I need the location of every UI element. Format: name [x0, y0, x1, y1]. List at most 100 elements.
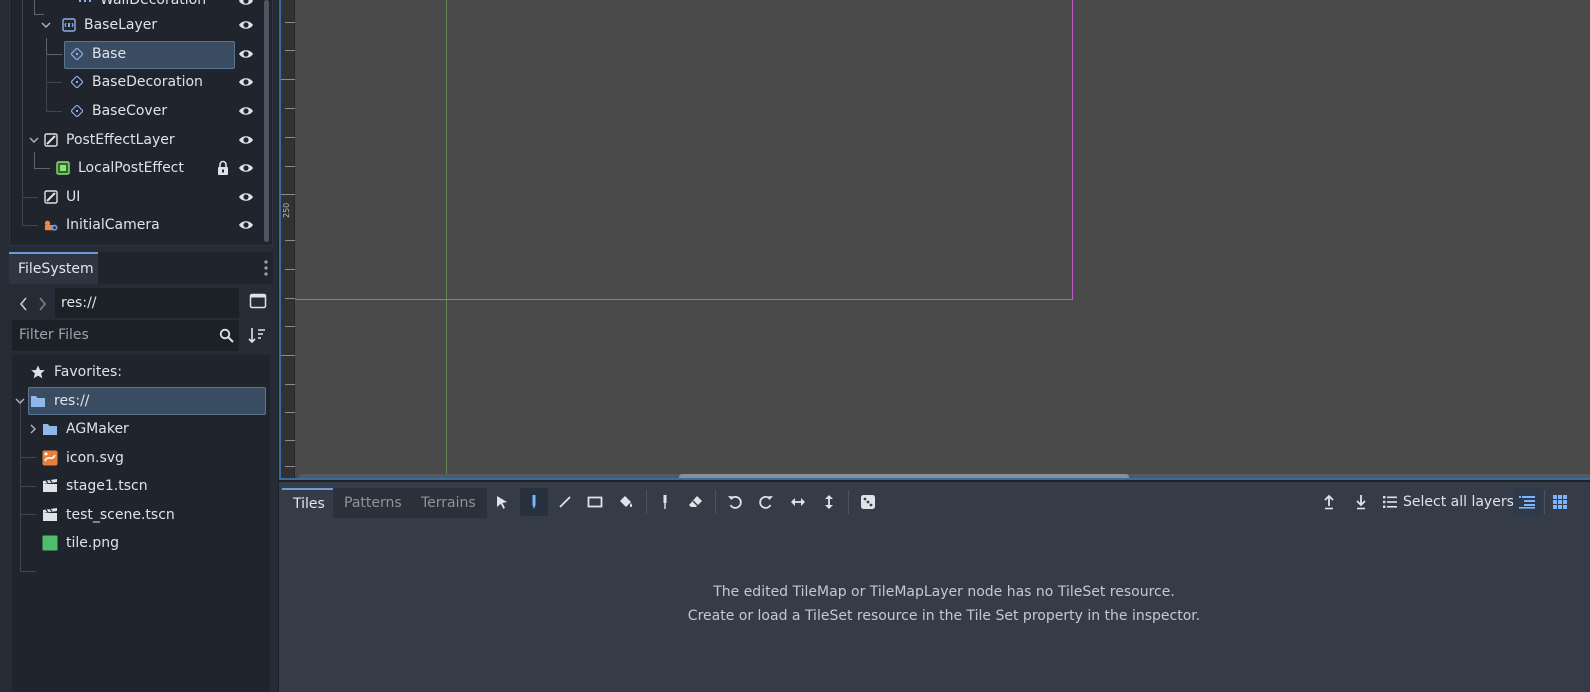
scene-tree-scrollbar[interactable] [264, 0, 269, 242]
arrow-down-icon [1356, 495, 1366, 510]
visibility-eye-icon[interactable] [238, 74, 254, 90]
select-tool-button[interactable] [488, 488, 516, 516]
tree-item-ui[interactable]: UI [10, 183, 258, 211]
tilemap-layer-icon [78, 0, 92, 7]
ruler-tick [285, 166, 295, 167]
tree-item-base-decoration[interactable]: BaseDecoration [10, 68, 258, 96]
chevron-down-icon[interactable] [41, 20, 51, 30]
chevron-down-icon[interactable] [29, 135, 39, 145]
rotate-left-button[interactable] [721, 488, 749, 516]
move-layer-up-button[interactable] [1315, 488, 1343, 516]
visibility-eye-icon[interactable] [238, 189, 254, 205]
visibility-eye-icon[interactable] [238, 46, 254, 62]
tree-guide [20, 571, 36, 572]
color-rect-icon [56, 161, 70, 175]
visibility-eye-icon[interactable] [238, 103, 254, 119]
lock-icon[interactable] [216, 160, 230, 176]
eraser-tool-button[interactable] [682, 488, 710, 516]
filter-files-input[interactable]: Filter Files [12, 320, 239, 351]
cursor-arrow-icon [497, 496, 507, 509]
rotate-left-icon [728, 496, 742, 509]
ruler-label: 250 [282, 202, 291, 218]
chevron-right-icon[interactable] [28, 424, 38, 434]
grid-toggle-button[interactable] [1546, 488, 1574, 516]
flip-vertical-icon [825, 495, 833, 509]
line-tool-button[interactable] [551, 488, 579, 516]
tree-item-base-cover[interactable]: BaseCover [10, 97, 258, 125]
vertical-ruler: 250 [281, 0, 295, 478]
sort-icon[interactable] [248, 326, 266, 344]
folder-icon [30, 393, 46, 409]
ruler-tick [285, 137, 295, 138]
canvas-viewport[interactable]: 250 [279, 0, 1590, 480]
move-layer-down-button[interactable] [1347, 488, 1375, 516]
ruler-tick [285, 412, 295, 413]
grid-icon [1553, 495, 1567, 509]
visibility-eye-icon[interactable] [238, 217, 254, 233]
tree-item-base[interactable]: Base [10, 40, 258, 68]
tilemap-layer-icon [70, 47, 84, 61]
tree-item-post-effect-layer[interactable]: PostEffectLayer [10, 126, 258, 154]
tab-patterns[interactable]: Patterns [333, 488, 413, 518]
split-view-icon[interactable] [249, 292, 267, 310]
tree-item-initial-camera[interactable]: InitialCamera [10, 211, 258, 239]
horizontal-scrollbar-thumb[interactable] [679, 474, 1129, 478]
line-icon [559, 496, 571, 508]
file-item-test-scene[interactable]: test_scene.tscn [12, 501, 270, 529]
paint-tool-button[interactable] [520, 488, 548, 516]
ruler-tick [281, 355, 295, 356]
ruler-tick [281, 194, 295, 195]
favorites-label: Favorites: [54, 364, 122, 380]
tree-item-label: UI [66, 189, 81, 205]
back-arrow-icon[interactable] [17, 296, 31, 312]
svg-file-icon [42, 450, 58, 466]
tree-item-base-layer[interactable]: BaseLayer [10, 11, 258, 39]
scene-tree[interactable]: WallDecoration BaseLayer Base BaseDecora… [9, 0, 273, 246]
kebab-menu-icon[interactable] [264, 258, 268, 278]
tab-terrains[interactable]: Terrains [410, 488, 487, 518]
tree-item-label: BaseDecoration [92, 74, 203, 90]
ruler-tick [285, 50, 295, 51]
message-line: Create or load a TileSet resource in the… [687, 608, 1201, 624]
picker-tool-button[interactable] [651, 488, 679, 516]
favorites-item[interactable]: Favorites: [12, 358, 270, 386]
rotate-right-button[interactable] [752, 488, 780, 516]
tree-item-label: InitialCamera [66, 217, 160, 233]
path-input[interactable]: res:// [55, 288, 239, 318]
bucket-tool-button[interactable] [612, 488, 640, 516]
tree-item-label: WallDecoration [100, 0, 207, 8]
forward-arrow-icon[interactable] [35, 296, 49, 312]
file-item-stage1[interactable]: stage1.tscn [12, 472, 270, 500]
pencil-icon [532, 495, 536, 509]
flip-horizontal-button[interactable] [784, 488, 812, 516]
visibility-eye-icon[interactable] [238, 160, 254, 176]
star-icon [30, 364, 46, 380]
rotate-right-icon [759, 496, 773, 509]
tree-item-local-post-effect[interactable]: LocalPostEffect [10, 154, 258, 182]
file-item-agmaker[interactable]: AGMaker [12, 415, 270, 443]
tree-item-label: PostEffectLayer [66, 132, 175, 148]
left-dock: WallDecoration BaseLayer Base BaseDecora… [0, 0, 278, 692]
tab-tiles[interactable]: Tiles [282, 488, 336, 518]
image-file-icon [42, 535, 58, 551]
random-tile-button[interactable] [854, 488, 882, 516]
visibility-eye-icon[interactable] [238, 0, 254, 9]
visibility-eye-icon[interactable] [238, 132, 254, 148]
file-label: tile.png [66, 535, 119, 551]
visibility-eye-icon[interactable] [238, 17, 254, 33]
select-all-layers-button[interactable]: Select all layers [1383, 488, 1514, 516]
chevron-down-icon[interactable] [15, 396, 25, 406]
rect-tool-button[interactable] [581, 488, 609, 516]
file-tree[interactable]: Favorites: res:// AGMaker icon.svg stage… [12, 355, 270, 692]
file-item-tile-png[interactable]: tile.png [12, 529, 270, 557]
filesystem-header: FileSystem [9, 252, 273, 284]
file-label: stage1.tscn [66, 478, 148, 494]
highlight-layer-button[interactable] [1513, 488, 1541, 516]
ruler-tick [285, 22, 295, 23]
file-tree-root[interactable]: res:// [12, 387, 270, 415]
file-item-icon-svg[interactable]: icon.svg [12, 444, 270, 472]
eyedropper-icon [663, 495, 667, 509]
tab-filesystem[interactable]: FileSystem [9, 252, 98, 284]
no-tileset-message: The edited TileMap or TileMapLayer node … [279, 580, 1590, 628]
flip-vertical-button[interactable] [815, 488, 843, 516]
